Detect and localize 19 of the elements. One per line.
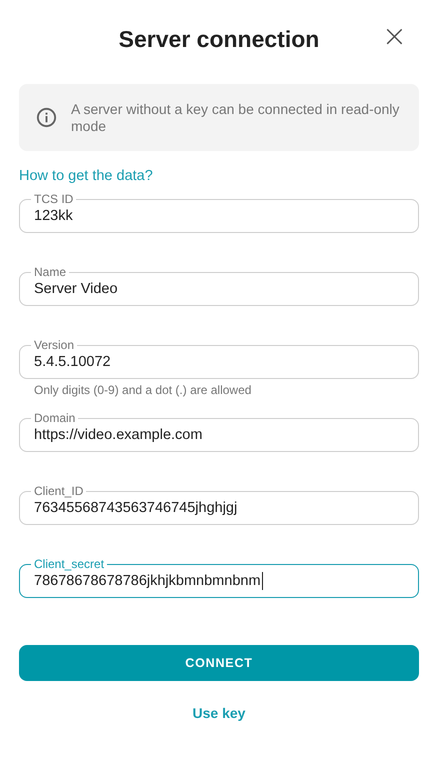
- input-field[interactable]: Domain https://video.example.com: [19, 412, 419, 452]
- dialog-title: Server connection: [118, 26, 320, 52]
- info-text: A server without a key can be connected in read-only mode: [71, 100, 400, 134]
- field-value: Server Video: [34, 280, 118, 296]
- connect-button[interactable]: CONNECT: [19, 645, 419, 681]
- input-field[interactable]: TCS ID 123kk: [19, 193, 419, 233]
- text-cursor: [262, 572, 263, 590]
- input-field[interactable]: Client_ID 76345568743563746745jhghjgj: [19, 485, 419, 525]
- field-value: 78678678678786jkhjkbmnbmnbnm: [34, 572, 261, 588]
- field-value: 76345568743563746745jhghjgj: [34, 500, 238, 516]
- field-value: 123kk: [34, 208, 73, 224]
- input-field[interactable]: Version 5.4.5.10072: [19, 339, 419, 379]
- input-field[interactable]: Client_secret 78678678678786jkhjkbmnbmnbnm: [19, 558, 419, 598]
- field-value: 5.4.5.10072: [34, 354, 111, 370]
- field-value: https://video.example.com: [34, 426, 202, 442]
- input-field[interactable]: Name Server Video: [19, 266, 419, 306]
- helper-text: Only digits (0-9) and a dot (.) are allowed: [34, 383, 252, 397]
- info-icon: [35, 106, 58, 129]
- close-button[interactable]: ×: [378, 22, 411, 52]
